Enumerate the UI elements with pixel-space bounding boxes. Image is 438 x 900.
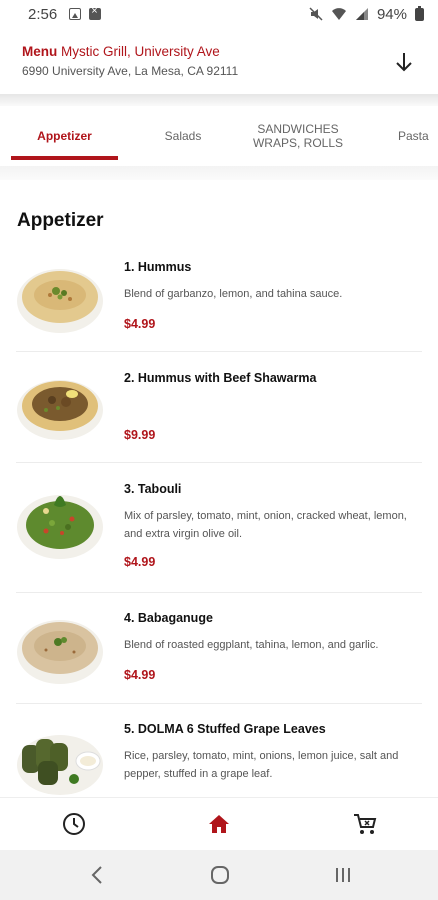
- menu-item[interactable]: 3. Tabouli Mix of parsley, tomato, mint,…: [0, 477, 438, 591]
- menu-item[interactable]: 4. Babaganuge Blend of roasted eggplant,…: [0, 606, 438, 702]
- menu-item[interactable]: 5. DOLMA 6 Stuffed Grape Leaves Rice, pa…: [0, 717, 438, 797]
- menu-item[interactable]: 2. Hummus with Beef Shawarma $9.99: [0, 366, 438, 462]
- clock-icon[interactable]: [60, 810, 88, 838]
- item-name: 5. DOLMA 6 Stuffed Grape Leaves: [124, 722, 326, 736]
- restaurant-address: 6990 University Ave, La Mesa, CA 92111: [22, 64, 239, 78]
- battery-icon: [415, 5, 424, 21]
- dolma-image: [17, 735, 103, 795]
- item-divider: [16, 703, 422, 704]
- app-header: Menu Mystic Grill, University Ave 6990 U…: [0, 28, 438, 94]
- item-name: 2. Hummus with Beef Shawarma: [124, 371, 317, 385]
- bottom-nav: [0, 797, 438, 850]
- recents-icon[interactable]: [331, 864, 355, 886]
- mute-icon: [309, 7, 323, 21]
- item-divider: [16, 592, 422, 593]
- item-description: Blend of roasted eggplant, tahina, lemon…: [124, 639, 379, 651]
- back-icon[interactable]: [86, 864, 110, 886]
- menu-item[interactable]: 1. Hummus Blend of garbanzo, lemon, and …: [0, 255, 438, 351]
- item-name: 1. Hummus: [124, 260, 192, 274]
- home-circle-icon[interactable]: [208, 864, 232, 886]
- tab-sandwiches[interactable]: SANDWICHES WRAPS, ROLLS: [240, 106, 356, 166]
- tabs-divider: [0, 166, 438, 180]
- home-icon[interactable]: [205, 810, 233, 838]
- item-divider: [16, 351, 422, 352]
- item-description: Blend of garbanzo, lemon, and tahina sau…: [124, 288, 343, 300]
- tabouli-image: [17, 495, 103, 559]
- item-price: $4.99: [124, 317, 156, 331]
- system-nav-bar: [0, 850, 438, 900]
- item-price: $4.99: [124, 555, 156, 569]
- wifi-icon: [331, 8, 346, 20]
- hummus-shawarma-image: [17, 380, 103, 440]
- status-bar: 2:56 94%: [0, 0, 438, 28]
- item-name: 3. Tabouli: [124, 482, 182, 496]
- item-name: 4. Babaganuge: [124, 611, 213, 625]
- item-description: Mix of parsley, tomato, mint, onion, cra…: [124, 510, 407, 540]
- tab-pasta[interactable]: Pasta: [368, 106, 438, 166]
- menu-label: Menu: [22, 44, 58, 59]
- babaganuge-image: [17, 620, 103, 684]
- restaurant-name[interactable]: Mystic Grill, University Ave: [61, 44, 220, 59]
- item-price: $4.99: [124, 668, 156, 682]
- status-time: 2:56: [28, 5, 58, 23]
- item-price: $9.99: [124, 428, 156, 442]
- signal-icon: [355, 8, 368, 20]
- section-title: Appetizer: [17, 210, 104, 231]
- image-icon: [69, 8, 82, 20]
- header-title: Menu Mystic Grill, University Ave: [22, 44, 416, 59]
- item-divider: [16, 462, 422, 463]
- active-tab-indicator: [11, 156, 118, 160]
- tab-salads[interactable]: Salads: [140, 106, 226, 166]
- item-description: Rice, parsley, tomato, mint, onions, lem…: [124, 750, 399, 780]
- header-divider: [0, 94, 438, 106]
- arrow-down-icon[interactable]: [392, 50, 416, 74]
- hummus-image: [17, 269, 103, 333]
- battery-percent: 94%: [376, 5, 407, 23]
- notification-icon: [89, 5, 102, 20]
- cart-icon[interactable]: [351, 810, 379, 838]
